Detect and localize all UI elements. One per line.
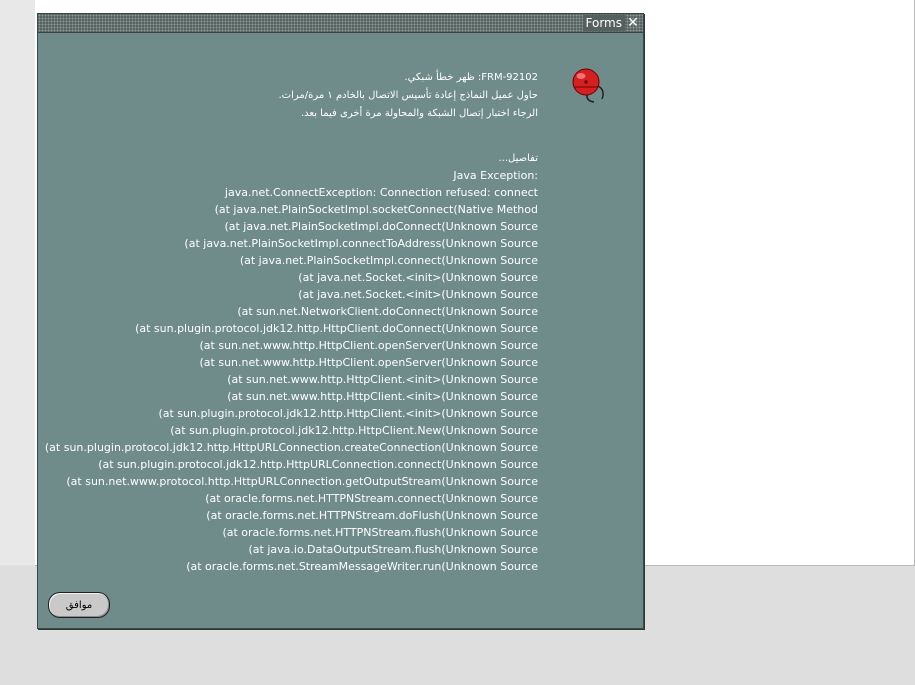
details-label: تفاصيل... xyxy=(498,153,538,164)
stack-trace-line: (at sun.net.www.http.HttpClient.<init>(U… xyxy=(227,373,538,386)
stack-trace-line: (at oracle.forms.net.HTTPNStream.doFlush… xyxy=(206,509,538,522)
ok-button[interactable]: موافق xyxy=(48,592,110,618)
stack-trace-line: (at sun.net.www.http.HttpClient.openServ… xyxy=(199,356,539,369)
stack-trace-line: (at java.net.Socket.<init>(Unknown Sourc… xyxy=(298,271,538,284)
stack-trace-line: (at oracle.forms.net.HTTPNStream.connect… xyxy=(205,492,538,505)
background-left-strip xyxy=(0,0,36,565)
stack-trace-line: (at java.net.PlainSocketImpl.socketConne… xyxy=(214,203,538,216)
close-icon[interactable]: ✕ xyxy=(626,15,640,31)
error-details: تفاصيل... Java Exception: java.net.Conne… xyxy=(38,150,538,575)
error-message-line: الرجاء اختبار إتصال الشبكة والمحاولة مرة… xyxy=(300,108,538,119)
stack-trace-line: (at java.net.PlainSocketImpl.connectToAd… xyxy=(184,237,538,250)
stack-trace-line: (at sun.plugin.protocol.jdk12.http.HttpU… xyxy=(44,441,538,454)
error-message-line: حاول عميل النماذج إعادة تأسيس الاتصال با… xyxy=(278,90,538,101)
stack-trace-line: (at oracle.forms.net.HTTPNStream.flush(U… xyxy=(222,526,538,539)
stack-trace-line: (at java.net.PlainSocketImpl.connect(Unk… xyxy=(239,254,538,267)
stack-trace-line: (at java.net.Socket.<init>(Unknown Sourc… xyxy=(298,288,538,301)
error-message-line: FRM-92102: ظهر خطأ شبكي. xyxy=(404,72,538,83)
dialog-title: Forms xyxy=(582,15,625,31)
stack-trace-line: (at java.io.DataOutputStream.flush(Unkno… xyxy=(248,543,538,556)
stack-trace-line: (at sun.net.www.http.HttpClient.openServ… xyxy=(199,339,539,352)
stack-trace-line: java.net.ConnectException: Connection re… xyxy=(224,186,538,199)
stack-trace-line: (at sun.plugin.protocol.jdk12.http.HttpU… xyxy=(98,458,538,471)
dialog-titlebar[interactable]: Forms ✕ xyxy=(38,14,643,33)
stack-trace-line: (at sun.net.www.protocol.http.HttpURLCon… xyxy=(66,475,538,488)
error-message: FRM-92102: ظهر خطأ شبكي. حاول عميل النما… xyxy=(68,69,538,123)
alarm-bell-icon xyxy=(572,68,604,103)
stack-trace-line: (at oracle.forms.net.StreamMessageWriter… xyxy=(186,560,538,573)
exception-label: Java Exception: xyxy=(453,169,538,182)
stack-trace-line: (at java.net.PlainSocketImpl.doConnect(U… xyxy=(224,220,538,233)
stack-trace-line: (at sun.plugin.protocol.jdk12.http.HttpC… xyxy=(170,424,538,437)
stack-trace-line: (at sun.plugin.protocol.jdk12.http.HttpC… xyxy=(158,407,538,420)
stack-trace-line: (at sun.net.www.http.HttpClient.<init>(U… xyxy=(227,390,538,403)
stack-trace-line: (at sun.plugin.protocol.jdk12.http.HttpC… xyxy=(135,322,538,335)
stack-trace-line: (at sun.net.NetworkClient.doConnect(Unkn… xyxy=(237,305,538,318)
error-dialog: Forms ✕ FRM-92102: ظهر خطأ شبكي. حاول عم… xyxy=(37,13,644,629)
